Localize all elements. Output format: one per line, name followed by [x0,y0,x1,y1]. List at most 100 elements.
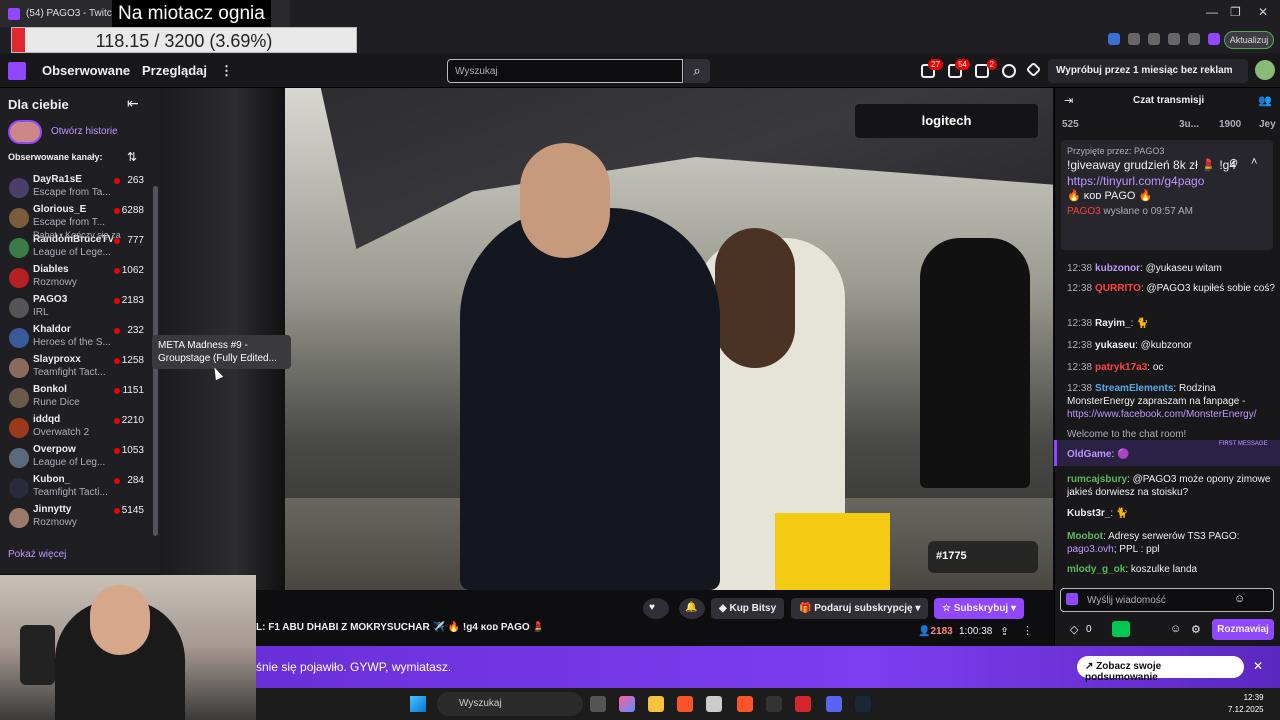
sort-icon[interactable]: ⇅ [127,150,137,164]
search-icon[interactable]: ⌕ [684,59,710,83]
chat-badge-icon[interactable] [1066,593,1078,605]
app-icon[interactable] [706,696,722,712]
sidebar-channel[interactable]: PAGO3 IRL 2183 [0,294,152,324]
taskbar-search[interactable]: Wyszukaj [437,692,583,716]
message-user[interactable]: Moobot [1067,531,1103,542]
message-link[interactable]: pago3.ovh [1067,544,1114,555]
share-icon[interactable]: ⇪ [1000,625,1009,638]
channel-game: Teamfight Tact... [33,367,106,378]
brave-active-icon[interactable] [737,696,753,712]
maximize-icon[interactable]: ❐ [1230,5,1241,19]
nav-browse[interactable]: Przeglądaj [142,63,207,78]
collapse-sidebar-icon[interactable]: ⇤ [127,95,139,112]
message-user[interactable]: StreamElements [1095,383,1173,394]
message-user[interactable]: Rayim_ [1095,318,1131,329]
notifications-icon[interactable]: 2 [975,59,997,78]
emote-picker-icon[interactable]: ☺ [1170,623,1181,635]
subscribe-label: Subskrybuj [953,603,1009,614]
message-user[interactable]: Kubst3r_ [1067,508,1110,519]
bits-icon[interactable]: ◇ [1070,623,1078,636]
extensions-icon[interactable] [1002,64,1016,78]
close-window-icon[interactable]: ✕ [1258,5,1268,19]
chat-users-icon[interactable]: 👥 [1258,94,1272,107]
hide-pin-icon[interactable]: ⊘ [1229,156,1238,169]
user-avatar[interactable] [1255,60,1275,80]
prime-icon[interactable] [1025,61,1042,78]
emote-icon[interactable]: ☺ [1234,593,1245,605]
sidebar-channel[interactable]: Slayproxx Teamfight Tact... 1258 [0,354,152,384]
open-stories-link[interactable]: Otwórz historie [51,126,118,137]
message-text: oc [1152,362,1164,373]
collapse-chat-icon[interactable]: ⇥ [1064,94,1073,107]
channel-game: Escape from Ta... [33,187,111,198]
message-user[interactable]: mlody_g_ok [1067,564,1125,575]
close-banner-icon[interactable]: ✕ [1253,659,1263,673]
music-icon[interactable] [1168,33,1180,45]
stories-avatar[interactable] [8,120,42,144]
notification-bell-icon[interactable]: 🔔 [679,598,705,619]
message-user[interactable]: rumcajsbury [1067,474,1127,485]
inbox-icon[interactable]: 27 [921,59,943,78]
message-time: 12:38 [1067,263,1093,274]
channel-name: Overpow [33,444,76,455]
twitch-logo-icon[interactable] [8,62,26,80]
app-icon[interactable] [795,696,811,712]
search-input[interactable]: Wyszukaj [447,59,683,83]
sidebar-channel[interactable]: Jinnytty Rozmowy 5145 [0,504,152,534]
sidebar: Dla ciebie ⇤ Otwórz historie Obserwowane… [0,88,160,574]
sidebar-icon[interactable] [1188,33,1200,45]
recap-button[interactable]: ↗ Zobacz swoje podsumowanie [1077,656,1244,683]
copilot-icon[interactable] [619,696,635,712]
task-view-icon[interactable] [590,696,606,712]
whispers-icon[interactable]: 54 [948,59,970,78]
show-more-link[interactable]: Pokaż więcej [8,549,66,560]
minimize-icon[interactable]: — [1206,5,1218,19]
buy-bits-button[interactable]: ◆ Kup Bitsy [711,598,785,619]
discord-icon[interactable] [826,696,842,712]
extension-icon[interactable] [1208,33,1220,45]
steam-icon[interactable] [855,696,871,712]
sidebar-channel[interactable]: iddqd Overwatch 2 2210 [0,414,152,444]
follow-heart-icon[interactable]: ♥ [643,598,669,619]
extension-icon[interactable] [1148,33,1160,45]
more-icon[interactable]: ⋮ [220,63,233,79]
message-user[interactable]: kubzonor [1095,263,1140,274]
file-explorer-icon[interactable] [648,696,664,712]
pinned-link[interactable]: https://tinyurl.com/g4pago [1067,173,1267,189]
obs-icon[interactable] [766,696,782,712]
sidebar-channel[interactable]: DayRa1sE Escape from Ta... 263 [0,174,152,204]
nav-following[interactable]: Obserwowane [42,63,130,78]
subscribe-button[interactable]: ☆ Subskrybuj ▾ [934,598,1025,619]
settings-icon[interactable]: ⚙ [1191,623,1201,636]
gift-sub-button[interactable]: 🎁 Podaruj subskrypcję ▾ [791,598,929,619]
brave-icon[interactable] [677,696,693,712]
sidebar-channel[interactable]: Khaldor Heroes of the S... 232 [0,324,152,354]
message-user[interactable]: OldGame [1067,449,1111,460]
extension-icon[interactable] [1128,33,1140,45]
message-link[interactable]: https://www.facebook.com/MonsterEnergy/ [1067,409,1257,420]
points-icon[interactable] [1112,621,1130,637]
message-user[interactable]: patryk17a3 [1095,362,1147,373]
race-number-overlay: #1775 [928,541,1038,573]
shopping-bag [775,513,890,590]
extension-icon[interactable] [1108,33,1120,45]
channel-avatar [9,298,29,318]
sidebar-channel[interactable]: Bonkol Rune Dice 1151 [0,384,152,414]
sidebar-channel[interactable]: Diables Rozmowy 1062 [0,264,152,294]
sidebar-channel[interactable]: Kubon_ Teamfight Tacti... 284 [0,474,152,504]
chat-send-button[interactable]: Rozmawiaj [1212,619,1274,640]
channel-name: Diables [33,264,69,275]
collapse-pin-icon[interactable]: ˄ [1251,156,1257,168]
pinned-sent-user: PAGO3 [1067,206,1101,217]
update-button[interactable]: Aktualizuj [1224,31,1274,49]
video-player[interactable]: logitech #1775 [160,88,1053,590]
message-user[interactable]: QURRITO [1095,283,1141,294]
more-options-icon[interactable]: ⋮ [1022,624,1033,637]
message-text: @PAGO3 kupiłeś sobie coś? [1146,283,1275,294]
channel-game: Rozmowy [33,517,77,528]
sidebar-channel[interactable]: Overpow League of Leg... 1053 [0,444,152,474]
chat-message: mlody_g_ok: koszulke landa [1067,564,1198,575]
message-user[interactable]: yukaseu [1095,340,1135,351]
ad-free-promo-button[interactable]: Wypróbuj przez 1 miesiąc bez reklam [1048,59,1248,83]
windows-start-icon[interactable] [410,696,426,712]
